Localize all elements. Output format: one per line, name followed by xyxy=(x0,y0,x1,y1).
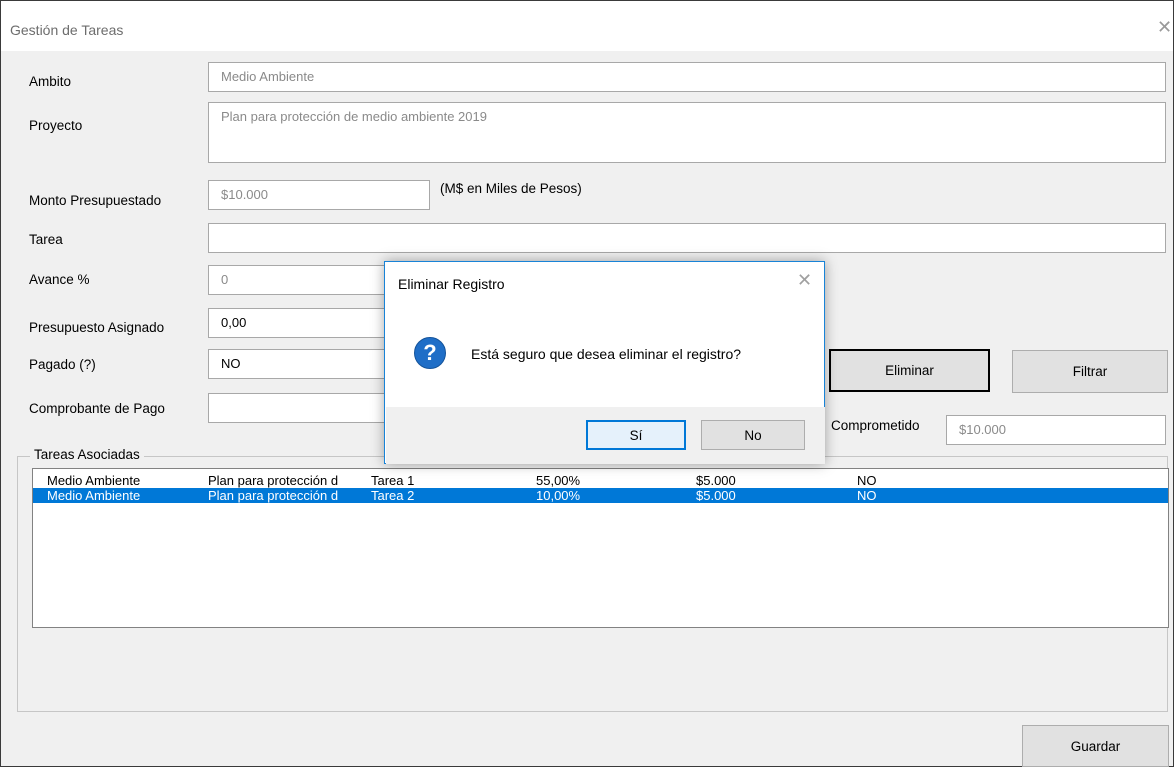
dialog-footer: Sí No xyxy=(386,407,825,464)
tarea-input[interactable] xyxy=(208,223,1166,253)
monto-label: Monto Presupuestado xyxy=(29,193,162,208)
proyecto-label: Proyecto xyxy=(29,118,83,133)
pagado-select[interactable]: NO xyxy=(208,349,388,379)
presupuesto-input[interactable]: 0,00 xyxy=(208,308,388,338)
row-presupuesto: $5.000 xyxy=(696,473,736,488)
tareas-group-title: Tareas Asociadas xyxy=(30,447,144,462)
dialog-message: Está seguro que desea eliminar el regist… xyxy=(471,346,742,362)
confirm-dialog: Eliminar Registro ✕ ? Está seguro que de… xyxy=(384,261,825,464)
eliminar-button[interactable]: Eliminar xyxy=(829,349,990,392)
comprometido-label: Comprometido xyxy=(831,418,920,433)
row-tarea: Tarea 2 xyxy=(371,488,415,503)
tarea-label: Tarea xyxy=(29,232,63,247)
yes-button[interactable]: Sí xyxy=(586,420,686,450)
row-ambito: Medio Ambiente xyxy=(47,488,141,503)
title-bar xyxy=(1,1,1173,51)
row-proyecto: Plan para protección d xyxy=(208,473,339,488)
monto-unit-note: (M$ en Miles de Pesos) xyxy=(440,181,582,196)
presupuesto-label: Presupuesto Asignado xyxy=(29,320,165,335)
tareas-listbox[interactable]: Medio Ambiente Plan para protección d Ta… xyxy=(32,468,1169,628)
proyecto-field[interactable]: Plan para protección de medio ambiente 2… xyxy=(208,102,1166,163)
window-close-icon[interactable]: ✕ xyxy=(1157,18,1172,36)
no-button[interactable]: No xyxy=(701,420,805,450)
comprobante-input[interactable] xyxy=(208,393,388,423)
row-presupuesto: $5.000 xyxy=(696,488,736,503)
row-pagado: NO xyxy=(857,473,877,488)
avance-field[interactable]: 0 xyxy=(208,265,388,295)
ambito-label: Ambito xyxy=(29,74,72,89)
dialog-title: Eliminar Registro xyxy=(398,276,505,292)
avance-label: Avance % xyxy=(29,272,90,287)
comprobante-label: Comprobante de Pago xyxy=(29,401,165,416)
row-tarea: Tarea 1 xyxy=(371,473,415,488)
monto-field[interactable]: $10.000 xyxy=(208,180,430,210)
list-item-selected[interactable]: Medio Ambiente Plan para protección d Ta… xyxy=(33,488,1168,503)
row-avance: 10,00% xyxy=(536,488,581,503)
dialog-close-icon[interactable]: ✕ xyxy=(797,270,812,291)
comprometido-field[interactable]: $10.000 xyxy=(946,415,1166,445)
row-pagado: NO xyxy=(857,488,877,503)
row-ambito: Medio Ambiente xyxy=(47,473,141,488)
guardar-button[interactable]: Guardar xyxy=(1022,725,1169,767)
list-item[interactable]: Medio Ambiente Plan para protección d Ta… xyxy=(33,473,1168,488)
filtrar-button[interactable]: Filtrar xyxy=(1012,350,1168,393)
pagado-label: Pagado (?) xyxy=(29,357,96,372)
row-proyecto: Plan para protección d xyxy=(208,488,339,503)
window-title: Gestión de Tareas xyxy=(10,22,124,38)
question-icon: ? xyxy=(414,337,446,369)
row-avance: 55,00% xyxy=(536,473,581,488)
ambito-field[interactable]: Medio Ambiente xyxy=(208,62,1166,92)
